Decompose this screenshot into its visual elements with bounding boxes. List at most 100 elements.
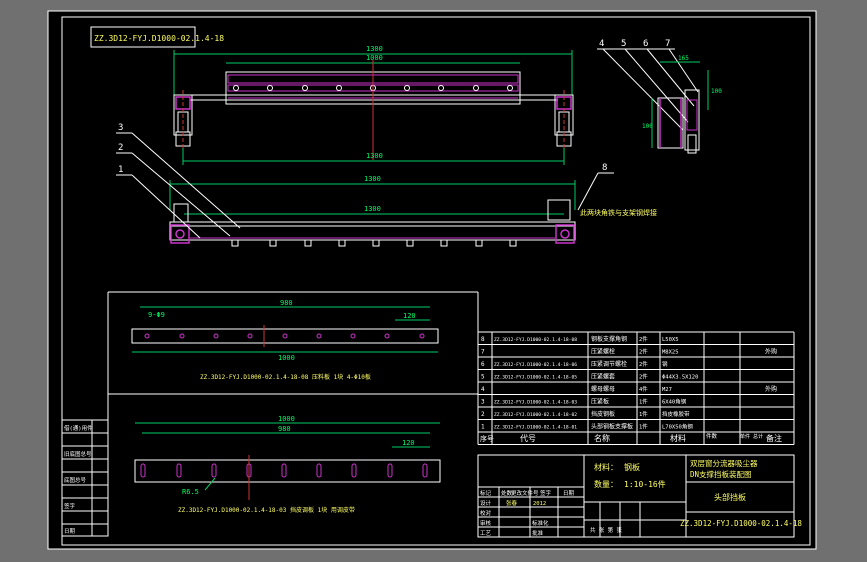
parts-row-code: ZZ.3D12-FYJ.D1000-02.1.4-18-08 [494,337,577,343]
sign-std: 标准化 [532,519,549,527]
parts-row-name: 螺母螺母 [591,385,615,393]
front-dim-overall: 1300 [364,175,381,183]
parts-header-note: 备注 [766,433,782,443]
parts-row-material: 钢 [662,360,668,368]
parts-row-code: ZZ.3D12-FYJ.D1000-02.1.4-18-06 [494,362,577,368]
sign-approve: 批准 [532,529,544,537]
parts-row-qty: 4件 [639,385,648,393]
design-date: 2012 [533,501,546,507]
strip-label-2: 旧底图总号 [64,450,92,458]
top-dim-overall: 1300 [366,45,383,53]
parts-row-qty: 1件 [639,423,648,431]
parts-header-no: 序号 [480,434,494,443]
strip-label-0: 借(通)用件 [64,424,93,432]
sign-mark: 标记 [480,489,492,497]
balloon-4: 4 [599,39,604,49]
balloon-3: 3 [118,123,123,133]
balloon-5: 5 [621,39,626,49]
parts-row-note: 外购 [765,348,777,356]
sign-review: 审核 [480,519,492,527]
parts-row-qty: 2件 [639,335,648,343]
strip-label-4: 底图总号 [64,476,87,484]
parts-row-qty: 1件 [639,410,648,418]
parts-row-no: 3 [481,399,485,406]
parts-row-no: 2 [481,411,485,418]
sign-process: 工艺 [480,530,492,537]
title-line-2: DN支撑挡板装配图 [690,469,752,479]
parts-header-code: 代号 [520,433,536,443]
subtitle: 头部挡板 [714,492,746,502]
parts-row-name: 压紧螺栓 [591,348,615,356]
sign-sign: 签字 [540,489,552,497]
drawing-sheet [47,10,817,550]
parts-row-note: 外购 [765,385,777,393]
side-dim-height: 100 [642,123,653,130]
parts-header-weight: 单件 总计 [740,433,763,440]
parts-header-material: 材料 [670,433,686,443]
lower-slot-label: R6.5 [182,488,199,496]
lower-dim-top: 1000 [278,415,295,423]
parts-row-material: 6X40角钢 [662,398,687,406]
parts-row-material: M27 [662,387,672,393]
cad-drawing-canvas: ZZ.3D12-FYJ.D1000-02.1.4-18 1300 1000 13… [47,10,817,550]
mass-label: 材料： [594,462,618,472]
front-note: 此两块角铁与支架钢焊接 [580,208,657,217]
upper-dim-left: 9-Φ9 [148,311,165,319]
lower-dim-right: 120 [402,439,415,447]
parts-row-no: 6 [481,361,485,368]
balloon-8: 8 [602,163,607,173]
strip-label-8: 日期 [64,528,76,535]
top-dim-bottom: 1300 [366,152,383,160]
parts-header-name: 名称 [594,433,610,443]
upper-dim-right: 120 [403,312,416,320]
balloon-1: 1 [118,165,123,175]
parts-row-name: 头部钢板支撑板 [591,423,633,431]
side-dim-top: 165 [678,55,689,62]
parts-row-material: L50X5 [662,337,679,343]
designer-name: 张春 [506,499,518,507]
upper-dim-top: 980 [280,299,293,307]
front-dim-inner: 1300 [364,205,381,213]
scale-label: 数量： [594,479,618,489]
parts-row-qty: 2件 [639,348,648,356]
balloon-2: 2 [118,143,123,153]
sign-change: 更改文件号 [511,489,539,497]
parts-row-no: 1 [481,424,485,431]
parts-row-qty: 2件 [639,360,648,368]
sign-date: 日期 [563,490,575,497]
sign-check: 校对 [480,509,492,517]
parts-row-no: 7 [481,349,485,356]
lower-caption: ZZ.3D12-FYJ.D1000-02.1.4-18-03 挡皮调板 1块 用… [178,506,355,514]
mass-value: 钢板 [624,462,640,472]
parts-row-material: 挡皮橡胶带 [662,410,690,418]
parts-row-code: ZZ.3D12-FYJ.D1000-02.1.4-18-01 [494,425,577,431]
parts-row-no: 4 [481,386,485,393]
parts-header-qty: 件数 [706,432,718,440]
sheet-text: 共 张 第 张 [590,526,622,534]
sign-design: 设计 [480,499,492,507]
parts-row-material: L70X50角钢 [662,423,693,431]
scale-value: 1:10-16件 [624,479,666,489]
parts-row-name: 钢板支撑角钢 [591,335,627,343]
title-line-1: 双层窗分流器吸尘器 [690,458,758,468]
side-dim-right: 100 [711,88,722,95]
balloon-7: 7 [665,39,670,49]
parts-row-material: Φ44X3.5X120 [662,375,698,381]
parts-row-name: 挡皮钢板 [591,410,615,418]
parts-row-name: 压紧调节螺栓 [591,360,627,368]
parts-row-code: ZZ.3D12-FYJ.D1000-02.1.4-18-03 [494,400,577,406]
strip-label-6: 签字 [64,502,76,510]
parts-row-qty: 2件 [639,373,648,381]
parts-row-qty: 1件 [639,398,648,406]
parts-row-name: 压紧螺套 [591,373,615,381]
balloon-6: 6 [643,39,648,49]
title-drawing-no: ZZ.3D12-FYJ.D1000-02.1.4-18 [680,519,802,528]
parts-row-no: 8 [481,336,485,343]
parts-row-no: 5 [481,374,485,381]
parts-row-code: ZZ.3D12-FYJ.D1000-02.1.4-18-02 [494,412,577,418]
upper-caption: ZZ.3D12-FYJ.D1000-02.1.4-18-08 压料板 1块 4-… [200,373,371,381]
upper-dim-bottom: 1000 [278,354,295,362]
drawing-number-text: ZZ.3D12-FYJ.D1000-02.1.4-18 [94,34,224,43]
parts-row-name: 压紧板 [591,398,609,406]
parts-row-code: ZZ.3D12-FYJ.D1000-02.1.4-18-05 [494,375,577,381]
